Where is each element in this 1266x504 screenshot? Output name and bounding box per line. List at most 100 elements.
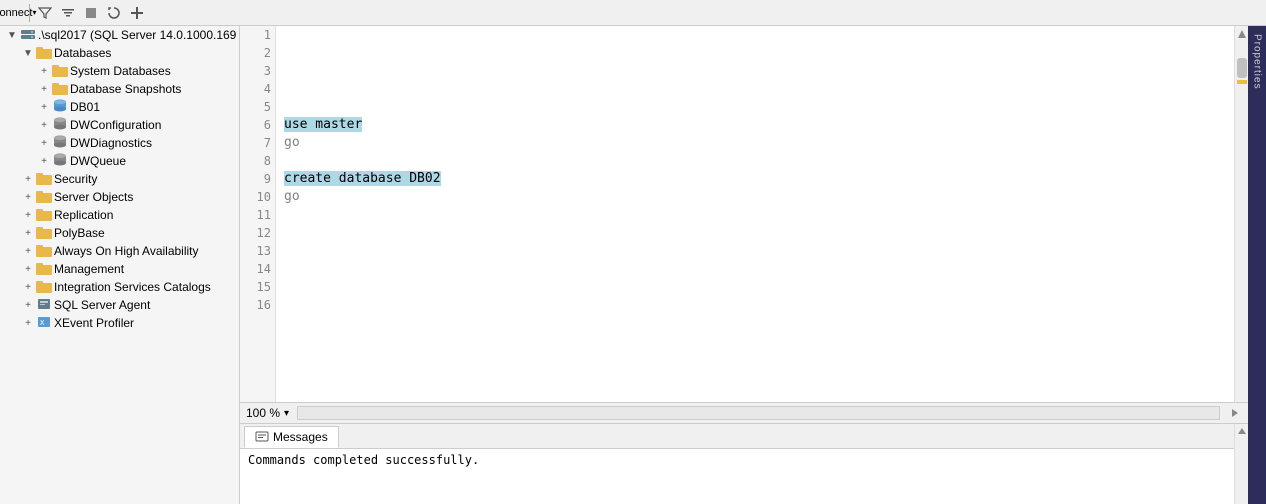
output-scroll-up-icon[interactable] xyxy=(1235,424,1248,438)
main-toolbar: Connect ▾ xyxy=(0,0,1266,26)
code-line-13 xyxy=(284,242,1226,260)
tree-item-dwqueue[interactable]: + DWQueue xyxy=(0,152,239,170)
line-num-8: 8 xyxy=(240,152,275,170)
tree-item-db01-label: DB01 xyxy=(70,100,100,114)
expander-management[interactable]: + xyxy=(20,261,36,277)
expander-db-snapshots[interactable]: + xyxy=(36,81,52,97)
folder-db-snapshots-icon xyxy=(52,81,68,97)
tree-item-management[interactable]: + Management xyxy=(0,260,239,278)
expander-security[interactable]: + xyxy=(20,171,36,187)
dwdiagnostics-icon xyxy=(52,135,68,151)
expander-server[interactable]: ▼ xyxy=(4,27,20,43)
folder-management-icon xyxy=(36,261,52,277)
filter1-button[interactable] xyxy=(35,3,55,23)
object-explorer-panel: ▼ .\sql2017 (SQL Server 14.0.1000.169 - … xyxy=(0,26,240,504)
tree-item-db01[interactable]: + DB01 xyxy=(0,98,239,116)
line-num-1: 1 xyxy=(240,26,275,44)
connect-label: Connect xyxy=(0,7,32,19)
zoom-dropdown-arrow[interactable]: ▾ xyxy=(284,408,289,419)
tree-item-dwdiagnostics[interactable]: + DWDiagnostics xyxy=(0,134,239,152)
filter2-button[interactable] xyxy=(58,3,78,23)
tree-item-server[interactable]: ▼ .\sql2017 (SQL Server 14.0.1000.169 - xyxy=(0,26,239,44)
expander-sql-server-agent[interactable]: + xyxy=(20,297,36,313)
expander-polybase[interactable]: + xyxy=(20,225,36,241)
tab-messages-label: Messages xyxy=(273,430,328,444)
code-line-14 xyxy=(284,260,1226,278)
output-panel: Messages Commands completed successfully… xyxy=(240,424,1234,504)
add-icon xyxy=(130,6,144,20)
messages-icon xyxy=(255,430,269,444)
editor-content[interactable]: use master go create database DB02 go xyxy=(276,26,1234,402)
tree-item-db-snapshots[interactable]: + Database Snapshots xyxy=(0,80,239,98)
expander-databases[interactable]: ▼ xyxy=(20,45,36,61)
tree-item-replication[interactable]: + Replication xyxy=(0,206,239,224)
line-num-11: 11 xyxy=(240,206,275,224)
code-use-master: use master xyxy=(284,117,362,132)
expander-replication[interactable]: + xyxy=(20,207,36,223)
output-vertical-scrollbar[interactable] xyxy=(1234,424,1248,504)
code-line-5 xyxy=(284,98,1226,116)
tree-item-xevent-profiler-label: XEvent Profiler xyxy=(54,316,134,330)
code-line-8 xyxy=(284,152,1226,170)
expander-system-dbs[interactable]: + xyxy=(36,63,52,79)
line-num-16: 16 xyxy=(240,296,275,314)
tree-item-xevent-profiler[interactable]: + X XEvent Profiler xyxy=(0,314,239,332)
folder-security-icon xyxy=(36,171,52,187)
expander-server-objects[interactable]: + xyxy=(20,189,36,205)
code-go-1: go xyxy=(284,135,300,150)
expander-dwqueue[interactable]: + xyxy=(36,153,52,169)
tree-item-replication-label: Replication xyxy=(54,208,113,222)
tree-item-polybase[interactable]: + PolyBase xyxy=(0,224,239,242)
tree-item-sql-server-agent-label: SQL Server Agent xyxy=(54,298,150,312)
expander-db01[interactable]: + xyxy=(36,99,52,115)
tree-item-databases[interactable]: ▼ Databases xyxy=(0,44,239,62)
code-go-2: go xyxy=(284,189,300,204)
tree-item-dwconfig[interactable]: + DWConfiguration xyxy=(0,116,239,134)
tree-item-server-objects[interactable]: + Server Objects xyxy=(0,188,239,206)
code-line-11 xyxy=(284,206,1226,224)
tree-item-server-objects-label: Server Objects xyxy=(54,190,133,204)
connect-button[interactable]: Connect ▾ xyxy=(4,3,24,23)
line-num-14: 14 xyxy=(240,260,275,278)
tree-item-db-snapshots-label: Database Snapshots xyxy=(70,82,181,96)
expander-always-on[interactable]: + xyxy=(20,243,36,259)
expander-xevent-profiler[interactable]: + xyxy=(20,315,36,331)
output-messages-text: Commands completed successfully. xyxy=(248,453,479,467)
server-icon xyxy=(20,27,36,43)
sql-server-agent-icon xyxy=(36,297,52,313)
add-button[interactable] xyxy=(127,3,147,23)
scroll-thumb[interactable] xyxy=(1237,58,1247,78)
scroll-marker xyxy=(1237,80,1247,84)
zoom-bar: 100 % ▾ xyxy=(240,402,1248,424)
folder-replication-icon xyxy=(36,207,52,223)
tree-item-server-label: .\sql2017 (SQL Server 14.0.1000.169 - xyxy=(38,28,239,42)
tree-item-polybase-label: PolyBase xyxy=(54,226,105,240)
expander-integration-services[interactable]: + xyxy=(20,279,36,295)
tab-messages[interactable]: Messages xyxy=(244,426,339,448)
editor-vertical-scrollbar[interactable] xyxy=(1234,26,1248,402)
refresh-button[interactable] xyxy=(104,3,124,23)
tree-item-system-dbs-label: System Databases xyxy=(70,64,171,78)
code-line-7: go xyxy=(284,134,1226,152)
horizontal-scrollbar[interactable] xyxy=(297,406,1220,420)
stop-button[interactable] xyxy=(81,3,101,23)
line-num-3: 3 xyxy=(240,62,275,80)
code-create-db: create database DB02 xyxy=(284,171,441,186)
tree-item-integration-services-label: Integration Services Catalogs xyxy=(54,280,211,294)
hscroll-right-icon[interactable] xyxy=(1228,406,1242,420)
tree-item-integration-services[interactable]: + Integration Services Catalogs xyxy=(0,278,239,296)
sep1 xyxy=(29,4,30,22)
tree-item-system-dbs[interactable]: + System Databases xyxy=(0,62,239,80)
tree-item-security[interactable]: + Security xyxy=(0,170,239,188)
code-line-6: use master xyxy=(284,116,1226,134)
scroll-up-arrow-icon[interactable] xyxy=(1235,26,1249,42)
right-panel: 1 2 3 4 5 6 7 8 9 10 11 12 13 14 15 16 xyxy=(240,26,1248,504)
line-num-6: 6 xyxy=(240,116,275,134)
code-line-4 xyxy=(284,80,1226,98)
expander-dwconfig[interactable]: + xyxy=(36,117,52,133)
code-line-10: go xyxy=(284,188,1226,206)
tree-item-sql-server-agent[interactable]: + SQL Server Agent xyxy=(0,296,239,314)
code-line-1 xyxy=(284,26,1226,44)
expander-dwdiagnostics[interactable]: + xyxy=(36,135,52,151)
tree-item-always-on[interactable]: + Always On High Availability xyxy=(0,242,239,260)
